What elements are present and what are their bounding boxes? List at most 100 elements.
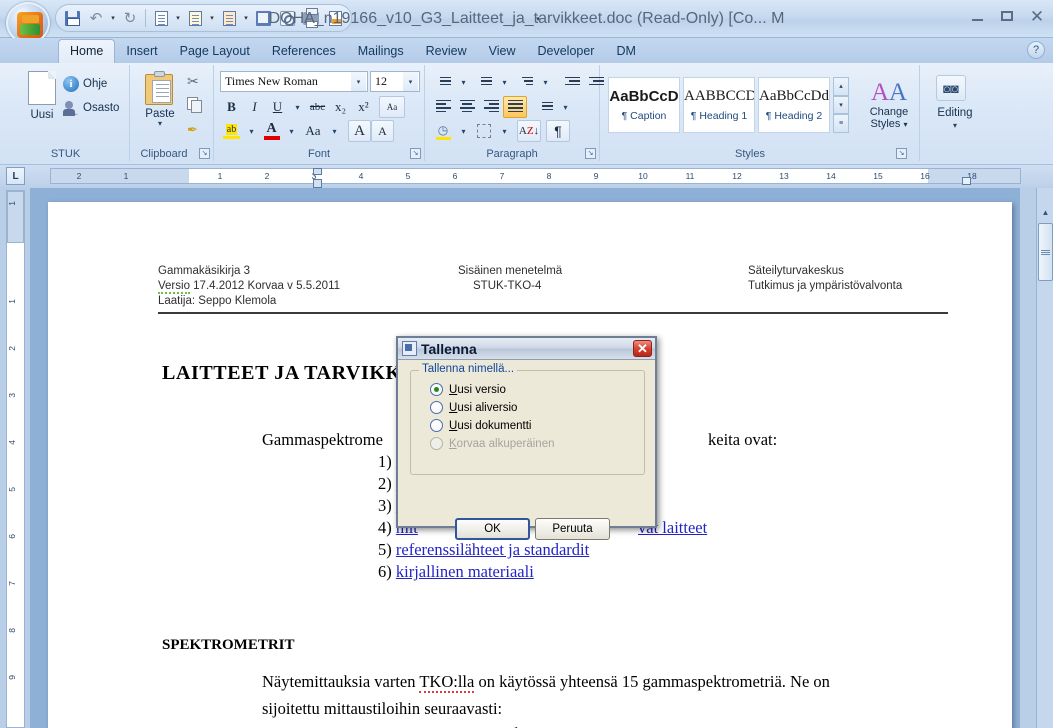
tab-insert[interactable]: Insert: [115, 40, 168, 63]
editing-caret-icon[interactable]: ▾: [920, 121, 990, 130]
font-color-dropdown-icon[interactable]: ▾: [283, 120, 300, 142]
vertical-scrollbar[interactable]: ▲: [1036, 188, 1053, 728]
align-left-icon[interactable]: [431, 96, 455, 118]
hanging-indent-marker[interactable]: [313, 179, 322, 188]
style-caption[interactable]: AaBbCcD ¶ Caption: [608, 77, 680, 133]
font-color-button[interactable]: A: [260, 120, 283, 142]
align-right-icon[interactable]: [479, 96, 503, 118]
paste-button[interactable]: Paste ▾: [136, 71, 184, 128]
radio-option-uusi-versio[interactable]: Uusi versio: [430, 383, 506, 396]
dialog-close-icon[interactable]: ✕: [633, 340, 652, 357]
font-dialog-launcher[interactable]: ↘: [410, 148, 421, 159]
text-highlight-button[interactable]: ab: [220, 120, 243, 142]
document-1-dropdown-icon[interactable]: ▾: [173, 7, 183, 29]
undo-dropdown-icon[interactable]: ▾: [108, 7, 118, 29]
styles-dialog-launcher[interactable]: ↘: [896, 148, 907, 159]
document-icon-3[interactable]: [218, 7, 240, 29]
show-formatting-marks-icon[interactable]: ¶: [546, 120, 570, 142]
first-line-indent-marker[interactable]: [313, 168, 322, 175]
radio-option-uusi-aliversio[interactable]: Uusi aliversio: [430, 401, 517, 414]
bullets-dropdown-icon[interactable]: ▾: [455, 71, 472, 93]
strikethrough-button[interactable]: abc: [306, 96, 329, 118]
tab-home[interactable]: Home: [58, 39, 116, 63]
justify-icon[interactable]: [503, 96, 527, 118]
save-icon[interactable]: [61, 7, 83, 29]
horizontal-ruler-track[interactable]: 2 1 1 2 3 4 5 6 7 8 9 10 11 12 13 14 15 …: [50, 168, 1021, 184]
style-heading-2[interactable]: AaBbCcDd ¶ Heading 2: [758, 77, 830, 133]
line-spacing-icon[interactable]: [533, 96, 557, 118]
close-icon[interactable]: ✕: [1027, 6, 1047, 26]
tab-stop-selector[interactable]: L: [6, 167, 25, 185]
change-case-button[interactable]: Aa: [300, 120, 326, 142]
help-button[interactable]: i Ohje: [60, 75, 110, 93]
list-item-link[interactable]: kirjallinen materiaali: [396, 562, 534, 581]
change-styles-caret-icon[interactable]: ▾: [904, 120, 908, 129]
clipboard-dialog-launcher[interactable]: ↘: [199, 148, 210, 159]
radio-uusi-versio-indicator[interactable]: [430, 383, 443, 396]
radio-uusi-dokumentti-indicator[interactable]: [430, 419, 443, 432]
bullets-icon[interactable]: [431, 71, 455, 93]
quick-print-icon[interactable]: [324, 7, 346, 29]
clear-formatting-button[interactable]: Aa: [379, 96, 405, 118]
grow-font-button[interactable]: A: [348, 120, 371, 142]
save-dialog[interactable]: Tallenna ✕ Tallenna nimellä... Uusi vers…: [396, 336, 657, 540]
multilevel-list-icon[interactable]: [513, 71, 537, 93]
format-painter-button[interactable]: ✒: [187, 121, 198, 139]
tab-review[interactable]: Review: [415, 40, 478, 63]
font-name-dropdown-icon[interactable]: ▾: [351, 72, 366, 91]
line-spacing-dropdown-icon[interactable]: ▾: [557, 96, 574, 118]
subscript-button[interactable]: x₂: [329, 96, 352, 118]
styles-scroll-up-icon[interactable]: ▴: [833, 77, 849, 96]
redo-icon[interactable]: ↻: [119, 7, 141, 29]
radio-uusi-aliversio-indicator[interactable]: [430, 401, 443, 414]
maximize-icon[interactable]: [997, 6, 1017, 26]
list-item-link[interactable]: referenssilähteet ja standardit: [396, 540, 589, 559]
paste-caret-icon[interactable]: ▾: [158, 120, 162, 128]
department-button[interactable]: ← Osasto: [60, 99, 122, 118]
styles-more-icon[interactable]: ≡: [833, 114, 849, 134]
numbering-dropdown-icon[interactable]: ▾: [496, 71, 513, 93]
highlight-dropdown-icon[interactable]: ▾: [243, 120, 260, 142]
cancel-button[interactable]: Peruuta: [535, 518, 610, 540]
document-2-dropdown-icon[interactable]: ▾: [207, 7, 217, 29]
right-indent-marker[interactable]: [962, 177, 971, 185]
numbering-icon[interactable]: [472, 71, 496, 93]
find-binoculars-icon[interactable]: ◙◙: [936, 75, 966, 101]
customize-qat-icon[interactable]: ▾: [533, 8, 543, 30]
change-styles-button[interactable]: AA Change Styles ▾: [860, 79, 918, 131]
vertical-scroll-thumb[interactable]: [1038, 223, 1053, 281]
radio-option-uusi-dokumentti[interactable]: Uusi dokumentti: [430, 419, 531, 432]
document-icon-2[interactable]: [184, 7, 206, 29]
font-size-dropdown-icon[interactable]: ▾: [403, 72, 418, 91]
underline-dropdown-icon[interactable]: ▾: [289, 96, 306, 118]
tab-dm[interactable]: DM: [605, 40, 646, 63]
print-preview-icon[interactable]: [276, 7, 298, 29]
tab-page-layout[interactable]: Page Layout: [169, 40, 261, 63]
borders-icon[interactable]: [472, 120, 496, 142]
shading-dropdown-icon[interactable]: ▾: [455, 120, 472, 142]
shrink-font-button[interactable]: A: [371, 120, 394, 142]
italic-button[interactable]: I: [243, 96, 266, 118]
minimize-icon[interactable]: [967, 6, 987, 26]
tab-view[interactable]: View: [478, 40, 527, 63]
style-heading-1[interactable]: AABBCCD ¶ Heading 1: [683, 77, 755, 133]
tab-references[interactable]: References: [261, 40, 347, 63]
font-size-input[interactable]: 12 ▾: [370, 71, 420, 92]
shading-icon[interactable]: ◷: [431, 120, 455, 142]
ok-button[interactable]: OK: [455, 518, 530, 540]
editing-button[interactable]: ◙◙: [936, 75, 966, 101]
multilevel-dropdown-icon[interactable]: ▾: [537, 71, 554, 93]
sort-icon[interactable]: AZ↓: [517, 120, 541, 142]
document-3-dropdown-icon[interactable]: ▾: [241, 7, 251, 29]
scroll-up-arrow-icon[interactable]: ▲: [1038, 206, 1053, 219]
decrease-indent-icon[interactable]: [560, 71, 584, 93]
font-name-input[interactable]: Times New Roman ▾: [220, 71, 368, 92]
styles-scroll-down-icon[interactable]: ▾: [833, 95, 849, 115]
align-center-icon[interactable]: [455, 96, 479, 118]
tab-mailings[interactable]: Mailings: [347, 40, 415, 63]
print-icon[interactable]: [300, 7, 322, 29]
undo-icon[interactable]: ↶: [85, 7, 107, 29]
underline-button[interactable]: U: [266, 96, 289, 118]
document-icon-1[interactable]: [150, 7, 172, 29]
change-case-dropdown-icon[interactable]: ▾: [326, 120, 343, 142]
